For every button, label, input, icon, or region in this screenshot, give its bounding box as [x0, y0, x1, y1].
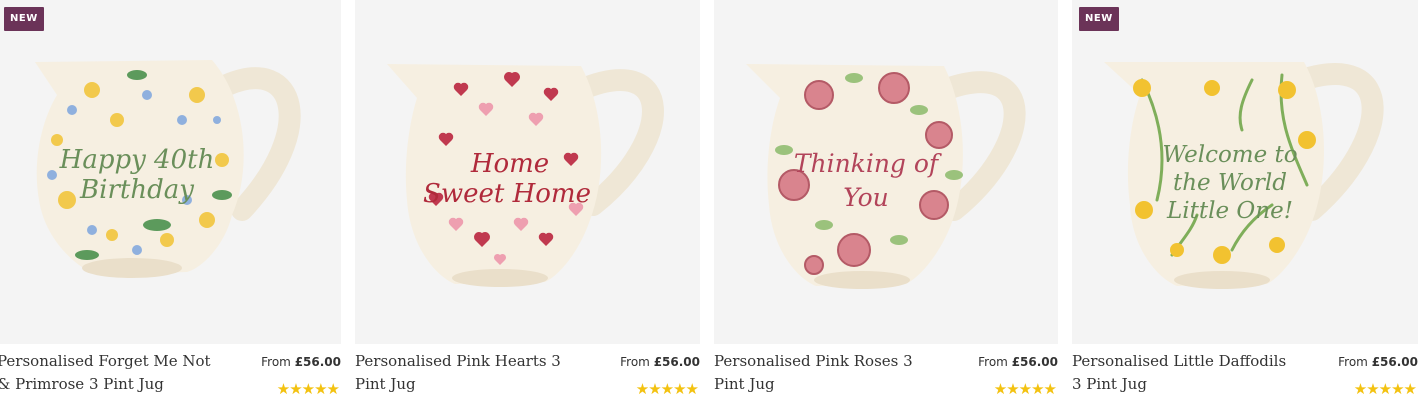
product-image[interactable]: Welcome to the World Little One! NEW	[1072, 0, 1418, 344]
product-card: Welcome to the World Little One! NEW Per…	[1072, 0, 1418, 403]
product-price: From £56.00	[620, 355, 700, 369]
product-image[interactable]: Thinking of You	[714, 0, 1058, 344]
price-amount: £56.00	[1011, 355, 1058, 369]
product-title[interactable]: Personalised Little Daffodils 3 Pint Jug	[1072, 350, 1292, 396]
price-prefix: From	[261, 355, 291, 369]
product-title[interactable]: Personalised Pink Roses 3 Pint Jug	[714, 350, 934, 396]
product-card: Home Sweet Home Personalised Pink Hearts…	[355, 0, 700, 403]
price-amount: £56.00	[653, 355, 700, 369]
product-title[interactable]: Personalised Pink Hearts 3 Pint Jug	[355, 350, 575, 396]
jug-text-line: You	[843, 183, 888, 212]
star-rating: ★★★★★	[276, 380, 340, 398]
price-amount: £56.00	[294, 355, 341, 369]
jug-text-line: Welcome to	[1162, 142, 1297, 168]
jug-illustration: Thinking of You	[746, 64, 1026, 289]
jug-text-line: Birthday	[79, 175, 194, 205]
jug-text-line: Sweet Home	[423, 179, 591, 209]
new-badge: NEW	[1079, 7, 1119, 31]
product-card: Happy 40th Birthday NEW Personalised For…	[0, 0, 341, 403]
price-prefix: From	[1338, 355, 1368, 369]
price-prefix: From	[620, 355, 650, 369]
star-rating: ★★★★★	[993, 380, 1057, 398]
star-rating: ★★★★★	[1353, 380, 1417, 398]
jug-text-line: Little One!	[1166, 198, 1293, 224]
new-badge: NEW	[4, 7, 44, 31]
product-title[interactable]: Personalised Forget Me Not & Primrose 3 …	[0, 350, 217, 396]
jug-illustration: Happy 40th Birthday	[35, 60, 301, 278]
jug-text-line: Thinking of	[794, 149, 942, 178]
product-image[interactable]: Home Sweet Home	[355, 0, 700, 344]
product-price: From £56.00	[978, 355, 1058, 369]
jug-illustration: Welcome to the World Little One!	[1104, 62, 1384, 289]
product-grid: Happy 40th Birthday NEW Personalised For…	[0, 0, 1424, 403]
product-card: Thinking of You Personalised Pink Roses …	[714, 0, 1058, 403]
star-rating: ★★★★★	[635, 380, 699, 398]
price-amount: £56.00	[1371, 355, 1418, 369]
jug-text-line: the World	[1173, 170, 1287, 196]
jug-text-line: Happy 40th	[59, 145, 215, 175]
price-prefix: From	[978, 355, 1008, 369]
jug-illustration: Home Sweet Home	[387, 64, 664, 287]
product-image[interactable]: Happy 40th Birthday NEW	[0, 0, 341, 344]
jug-text-line: Home	[470, 149, 549, 179]
product-price: From £56.00	[261, 355, 341, 369]
product-price: From £56.00	[1338, 355, 1418, 369]
